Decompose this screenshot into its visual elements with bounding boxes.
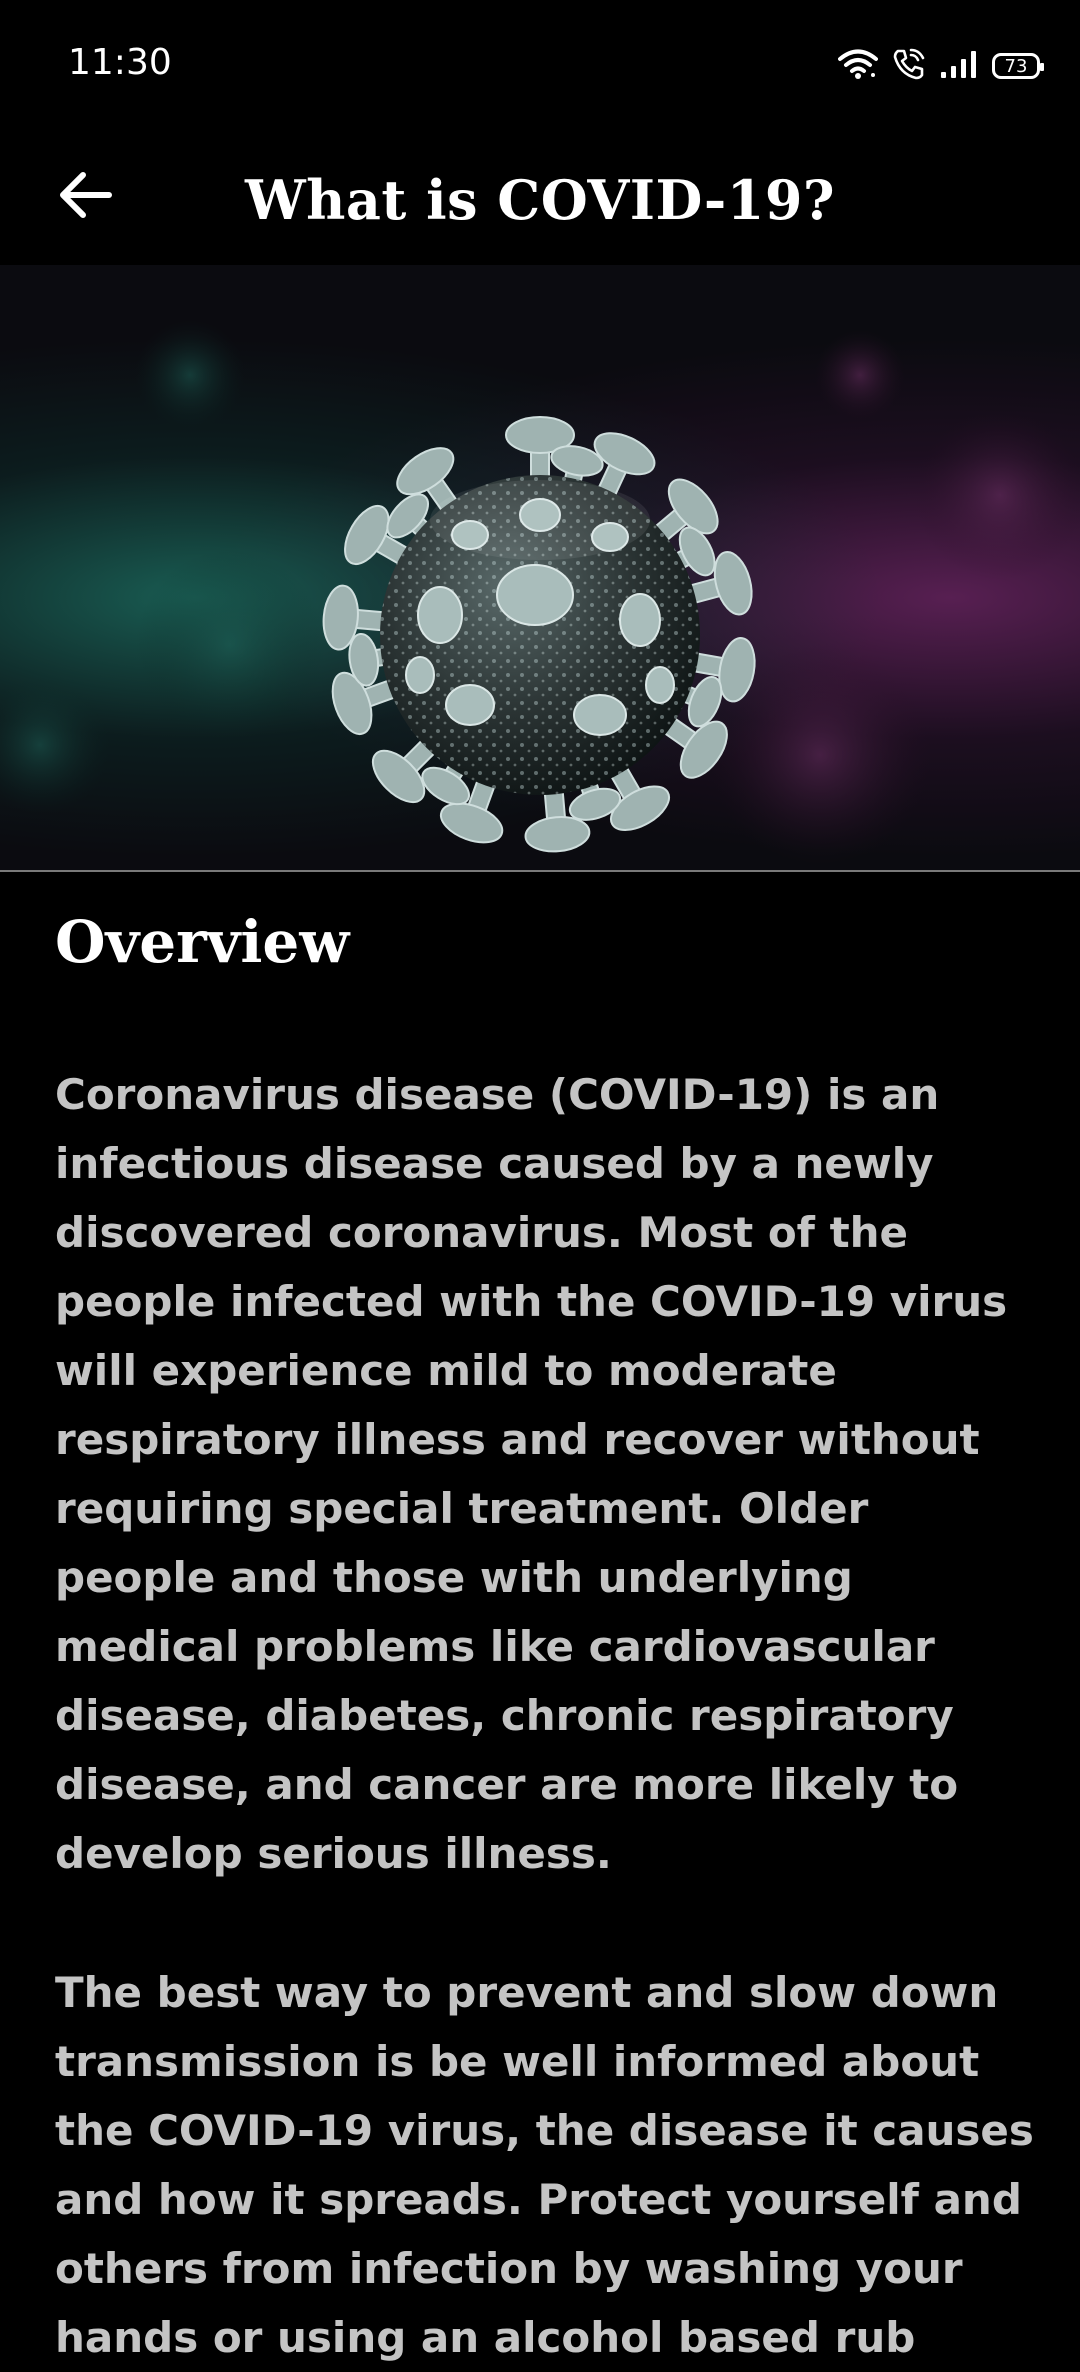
status-icons: 73 xyxy=(838,46,1044,86)
page-title: What is COVID-19? xyxy=(244,168,836,232)
overview-paragraph: Coronavirus disease (COVID-19) is an inf… xyxy=(55,1070,1008,1878)
section-title: Overview xyxy=(55,908,350,976)
coronavirus-image xyxy=(0,320,1080,865)
app-bar: What is COVID-19? xyxy=(0,130,1080,265)
hero-image xyxy=(0,265,1080,870)
status-time: 11:30 xyxy=(68,42,172,83)
wifi-icon xyxy=(838,48,878,84)
battery-icon: 73 xyxy=(992,53,1044,79)
hero-divider xyxy=(0,870,1080,872)
wifi-calling-icon xyxy=(892,47,926,85)
status-bar: 11:30 73 xyxy=(0,0,1080,130)
signal-icon xyxy=(940,49,978,83)
prevention-paragraph: The best way to prevent and slow down tr… xyxy=(55,1968,1034,2362)
